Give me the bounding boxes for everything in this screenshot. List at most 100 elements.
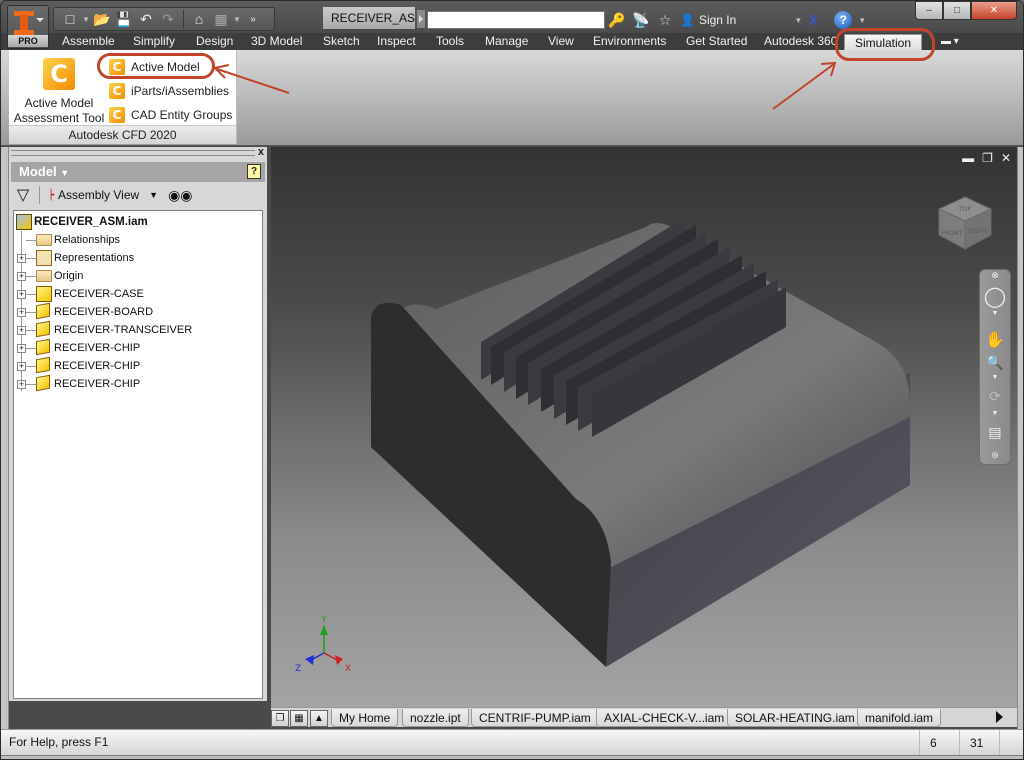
expand-icon[interactable]: + (17, 362, 26, 371)
tree-item-label: Relationships (54, 234, 121, 246)
appearance-icon[interactable]: ▦ (211, 9, 231, 29)
tree-item[interactable]: + RECEIVER-BOARD (14, 302, 262, 321)
tree-item[interactable]: + Origin (14, 267, 262, 285)
inventor-window: PRO □ ▼ 📂 💾 ↶ ↷ ⌂ ▦ ▼ » RECEIVER_AS... 🔑… (0, 0, 1024, 760)
minimize-button[interactable]: – (915, 1, 943, 20)
save-icon[interactable]: 💾 (114, 9, 134, 29)
tab-view[interactable]: View (548, 33, 574, 50)
view-dropdown-icon[interactable]: ▼ (149, 190, 158, 200)
tile-windows-icon[interactable]: ▦ (290, 710, 308, 727)
tab-get-started[interactable]: Get Started (686, 33, 747, 50)
expand-icon[interactable]: + (17, 344, 26, 353)
next-tab-arrow-icon[interactable] (996, 711, 1003, 723)
doc-tab-manifold[interactable]: manifold.iam (857, 709, 942, 727)
viewport-restore-icon[interactable]: ❐ (982, 151, 993, 165)
browser-title-dropdown-icon[interactable]: ▼ (60, 168, 69, 178)
expand-icon[interactable]: + (17, 380, 26, 389)
undo-icon[interactable]: ↶ (136, 9, 156, 29)
cascade-windows-icon[interactable]: ❐ (271, 710, 289, 727)
view-face-icon[interactable]: ▤ (980, 424, 1010, 441)
viewport-minimize-icon[interactable]: ▬ (962, 151, 974, 165)
browser-title[interactable]: Model (19, 164, 57, 179)
doc-tab-nozzle[interactable]: nozzle.ipt (402, 709, 469, 727)
steering-wheel-dropdown-icon[interactable]: ▼ (980, 310, 1010, 317)
iparts-iassemblies-button[interactable]: C iParts/iAssemblies (109, 79, 232, 103)
orbit-dropdown-icon[interactable]: ▼ (980, 410, 1010, 417)
tree-connector (26, 276, 36, 277)
expand-icon[interactable]: + (17, 326, 26, 335)
tab-assemble[interactable]: Assemble (62, 33, 115, 50)
graphics-viewport[interactable]: ▬ ❐ ✕ TOP FRONT RIGHT ⊗ ◯ ▼ ✋ 🔍 ▼ ⟳ ▼ ▤ … (271, 147, 1017, 707)
close-button[interactable]: ✕ (971, 1, 1017, 20)
browser-close-button[interactable]: x (258, 146, 264, 158)
browser-header: Model ▼ ? (11, 162, 265, 182)
sign-in-label: Sign In (698, 13, 737, 27)
receiver-assembly-model[interactable] (366, 217, 926, 697)
key-icon[interactable]: 🔑 (608, 12, 626, 29)
tree-item[interactable]: + Representations (14, 249, 262, 267)
more-icon[interactable]: » (243, 9, 263, 29)
tree-item[interactable]: + RECEIVER-CHIP (14, 374, 262, 393)
application-menu-button[interactable]: PRO (7, 5, 49, 49)
folder-icon (36, 234, 52, 246)
tab-inspect[interactable]: Inspect (377, 33, 416, 50)
navbar-options-icon[interactable]: ⊜ (980, 450, 1010, 461)
open-documents-menu-icon[interactable]: ▲ (310, 710, 328, 727)
tab-simplify[interactable]: Simplify (133, 33, 175, 50)
tab-tools[interactable]: Tools (436, 33, 464, 50)
tab-design[interactable]: Design (196, 33, 233, 50)
expand-icon[interactable]: + (17, 308, 26, 317)
favorites-star-icon[interactable]: ☆ (656, 12, 674, 29)
zoom-dropdown-icon[interactable]: ▼ (980, 374, 1010, 381)
zoom-icon[interactable]: 🔍 (980, 354, 1010, 371)
resize-grip-icon[interactable] (999, 730, 1019, 756)
tab-3d-model[interactable]: 3D Model (251, 33, 302, 50)
ribbon-options-icon[interactable]: ▬ ▾ (941, 36, 959, 47)
tree-item[interactable]: + RECEIVER-CHIP (14, 356, 262, 375)
active-model-assessment-tool-button[interactable]: C Active Model Assessment Tool (13, 58, 105, 126)
tab-autodesk-360[interactable]: Autodesk 360 (764, 33, 837, 50)
view-selector[interactable]: Assembly View (58, 188, 139, 202)
sign-in-button[interactable]: 👤 Sign In (680, 13, 736, 27)
orbit-icon[interactable]: ⟳ (980, 388, 1010, 405)
expand-icon[interactable]: + (17, 272, 26, 281)
doc-tab-axial-check[interactable]: AXIAL-CHECK-V...iam (596, 709, 733, 727)
filter-icon[interactable]: ▽ (11, 185, 35, 205)
new-dropdown-icon[interactable]: ▼ (82, 15, 90, 24)
redo-icon[interactable]: ↷ (158, 9, 178, 29)
home-icon[interactable]: ⌂ (189, 9, 209, 29)
restore-button[interactable]: □ (943, 1, 971, 20)
viewport-close-icon[interactable]: ✕ (1001, 151, 1011, 165)
tab-sketch[interactable]: Sketch (323, 33, 360, 50)
doc-tab-my-home[interactable]: My Home (331, 709, 399, 727)
doc-tab-centrif-pump[interactable]: CENTRIF-PUMP.iam (471, 709, 599, 727)
pan-icon[interactable]: ✋ (980, 330, 1010, 350)
help-dropdown-icon[interactable]: ▼ (858, 16, 866, 25)
title-expand-icon[interactable] (417, 10, 425, 28)
navbar-close-icon[interactable]: ⊗ (980, 270, 1010, 281)
exchange-apps-icon[interactable]: X (808, 12, 818, 29)
subscription-icon[interactable]: 📡 (632, 12, 650, 29)
expand-icon[interactable]: + (17, 290, 26, 299)
search-input[interactable] (427, 11, 605, 29)
doc-tab-solar-heating[interactable]: SOLAR-HEATING.iam (727, 709, 863, 727)
steering-wheel-icon[interactable]: ◯ (980, 284, 1010, 309)
tree-root[interactable]: RECEIVER_ASM.iam (14, 213, 262, 231)
tab-environments[interactable]: Environments (593, 33, 666, 50)
tab-manage[interactable]: Manage (485, 33, 528, 50)
open-icon[interactable]: 📂 (92, 9, 112, 29)
tree-item[interactable]: + RECEIVER-CASE (14, 285, 262, 303)
help-icon[interactable]: ? (834, 11, 853, 29)
tree-item[interactable]: Relationships (14, 231, 262, 249)
cad-entity-groups-button[interactable]: C CAD Entity Groups (109, 103, 232, 127)
appearance-dropdown-icon[interactable]: ▼ (233, 15, 241, 24)
browser-help-icon[interactable]: ? (247, 164, 261, 179)
expand-icon[interactable]: + (17, 254, 26, 263)
browser-drag-handle[interactable] (11, 150, 255, 156)
tree-item[interactable]: + RECEIVER-TRANSCEIVER (14, 320, 262, 339)
find-binoculars-icon[interactable]: ◉◉ (168, 187, 192, 204)
new-icon[interactable]: □ (60, 9, 80, 29)
sign-in-dropdown-icon[interactable]: ▼ (794, 16, 802, 25)
viewcube[interactable]: TOP FRONT RIGHT (935, 193, 995, 253)
tree-item[interactable]: + RECEIVER-CHIP (14, 338, 262, 357)
